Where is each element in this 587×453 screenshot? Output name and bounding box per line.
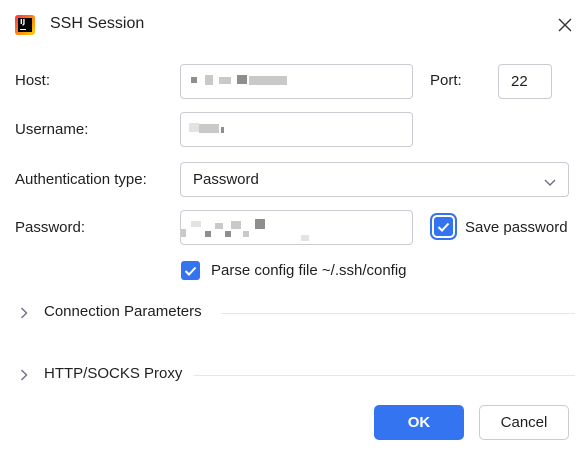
port-value: 22 bbox=[511, 73, 528, 90]
section-http-socks-proxy[interactable]: HTTP/SOCKS Proxy bbox=[20, 363, 575, 387]
host-label: Host: bbox=[15, 72, 51, 89]
close-icon[interactable] bbox=[552, 12, 578, 38]
section-connection-parameters[interactable]: Connection Parameters bbox=[20, 301, 575, 325]
auth-type-select[interactable]: Password bbox=[180, 162, 569, 197]
save-password-checkbox[interactable] bbox=[434, 217, 453, 236]
window-title: SSH Session bbox=[50, 15, 145, 32]
parse-config-label: Parse config file ~/.ssh/config bbox=[211, 262, 407, 279]
username-label: Username: bbox=[15, 121, 89, 138]
password-input[interactable] bbox=[180, 210, 413, 245]
cancel-button[interactable]: Cancel bbox=[479, 405, 569, 440]
username-input[interactable] bbox=[180, 112, 413, 147]
chevron-right-icon bbox=[20, 368, 28, 385]
host-input[interactable] bbox=[180, 64, 413, 99]
auth-type-value: Password bbox=[193, 171, 259, 188]
divider bbox=[221, 313, 575, 314]
chevron-right-icon bbox=[20, 306, 28, 323]
parse-config-checkbox[interactable] bbox=[181, 261, 200, 280]
section-title: Connection Parameters bbox=[44, 303, 202, 320]
save-password-label: Save password bbox=[465, 219, 568, 236]
port-label: Port: bbox=[430, 72, 462, 89]
port-input[interactable]: 22 bbox=[498, 64, 552, 99]
intellij-app-icon: IJ bbox=[15, 15, 35, 35]
chevron-down-icon bbox=[544, 174, 556, 191]
ok-button[interactable]: OK bbox=[374, 405, 464, 440]
password-label: Password: bbox=[15, 219, 86, 236]
title-bar: IJ SSH Session bbox=[0, 0, 587, 50]
section-title: HTTP/SOCKS Proxy bbox=[44, 365, 183, 382]
divider bbox=[194, 375, 575, 376]
auth-type-label: Authentication type: bbox=[15, 171, 147, 188]
